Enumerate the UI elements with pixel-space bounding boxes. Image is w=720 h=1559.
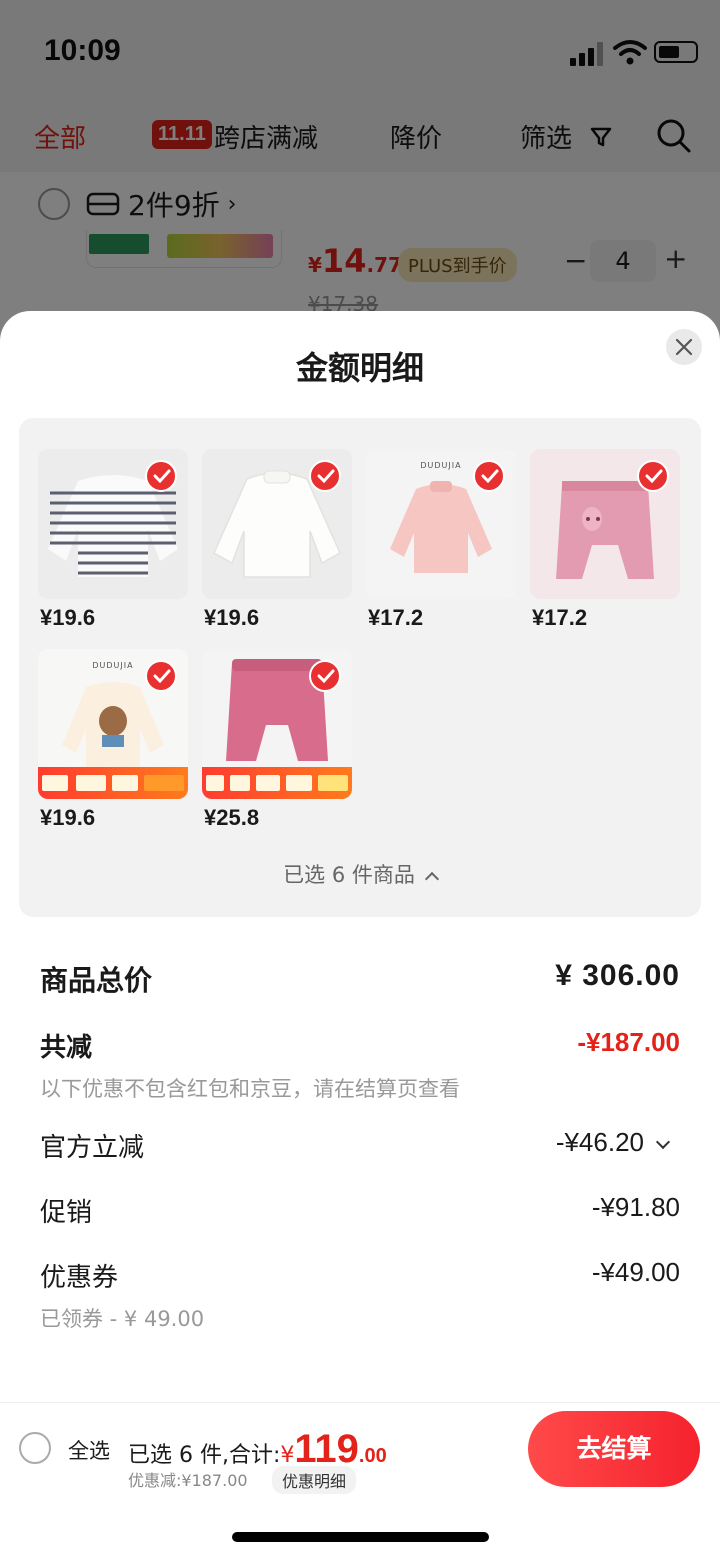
sheet-title: 金额明细 [295, 349, 424, 387]
promo-banner-image [38, 767, 188, 799]
reduce-note: 以下优惠不包含红包和京豆，请在结算页查看 [40, 1077, 460, 1101]
checked-icon[interactable] [309, 660, 341, 692]
row-promotion: 促销 -¥91.80 [40, 1192, 680, 1228]
coupon-value: -¥49.00 [591, 1257, 680, 1287]
checkout-bar: 全选 已选 6 件,合计:¥119.00 优惠减:¥187.00 优惠明细 去结… [0, 1402, 720, 1494]
close-button[interactable] [666, 329, 702, 365]
selected-count-label: 已选 6 件商品 [283, 863, 415, 887]
selected-count-toggle[interactable]: 已选 6 件商品 [19, 859, 701, 889]
goods-item[interactable]: ¥25.8 [202, 649, 352, 835]
selected-goods-panel: ¥19.6 ¥19.6 DUDUJIA ¥17.2 ¥17.2 DUDUJIA … [19, 418, 701, 917]
checked-icon[interactable] [473, 460, 505, 492]
promotion-value: -¥91.80 [591, 1192, 680, 1222]
amount-detail-sheet: 金额明细 ¥19.6 ¥19.6 DUDUJIA ¥17.2 ¥17.2 DUD… [0, 311, 720, 1559]
goods-item[interactable]: DUDUJIA ¥19.6 [38, 649, 188, 835]
checked-icon[interactable] [145, 460, 177, 492]
coupon-note: 已领券 - ¥ 49.00 [40, 1307, 205, 1331]
checked-icon[interactable] [145, 660, 177, 692]
goods-item[interactable]: DUDUJIA ¥17.2 [366, 449, 516, 635]
row-total-reduce: 共减 -¥187.00 [40, 1027, 680, 1063]
goods-price: ¥19.6 [204, 605, 260, 630]
official-reduce-label: 官方立减 [40, 1133, 145, 1163]
total-integer: 119 [294, 1427, 359, 1471]
coupon-label: 优惠券 [40, 1263, 119, 1293]
checked-icon[interactable] [637, 460, 669, 492]
promo-banner-image [202, 767, 352, 799]
summary-prefix: 已选 6 件,合计: [128, 1443, 281, 1468]
goods-item[interactable]: ¥19.6 [202, 449, 352, 635]
row-coupon: 优惠券 -¥49.00 [40, 1257, 680, 1293]
discount-summary: 优惠减:¥187.00 [128, 1471, 248, 1490]
row-official-reduce[interactable]: 官方立减 -¥46.20 [40, 1127, 680, 1163]
reduce-value: -¥187.00 [577, 1027, 680, 1057]
goods-price: ¥17.2 [368, 605, 424, 630]
goods-total-label: 商品总价 [40, 964, 153, 997]
chevron-down-icon [655, 1134, 671, 1150]
checked-icon[interactable] [309, 460, 341, 492]
chevron-up-icon [424, 871, 439, 887]
goods-total-value: ¥ 306.00 [555, 959, 680, 992]
discount-detail-button[interactable]: 优惠明细 [272, 1466, 357, 1494]
row-goods-total: 商品总价 ¥ 306.00 [40, 959, 680, 999]
close-icon [675, 338, 693, 356]
total-summary: 已选 6 件,合计:¥119.00 [128, 1427, 387, 1472]
select-all-label[interactable]: 全选 [68, 1435, 110, 1465]
checkout-button[interactable]: 去结算 [528, 1411, 700, 1487]
goods-price: ¥25.8 [204, 805, 260, 830]
goods-price: ¥19.6 [40, 805, 96, 830]
promotion-label: 促销 [40, 1198, 93, 1228]
reduce-label: 共减 [40, 1033, 93, 1063]
total-decimal: .00 [358, 1445, 387, 1467]
goods-price: ¥19.6 [40, 605, 96, 630]
official-reduce-value: -¥46.20 [556, 1127, 671, 1158]
select-all-radio[interactable] [19, 1432, 51, 1464]
goods-item[interactable]: ¥19.6 [38, 449, 188, 635]
goods-item[interactable]: ¥17.2 [530, 449, 680, 635]
home-indicator[interactable] [232, 1532, 489, 1542]
total-currency: ¥ [280, 1443, 295, 1468]
goods-price: ¥17.2 [532, 605, 588, 630]
